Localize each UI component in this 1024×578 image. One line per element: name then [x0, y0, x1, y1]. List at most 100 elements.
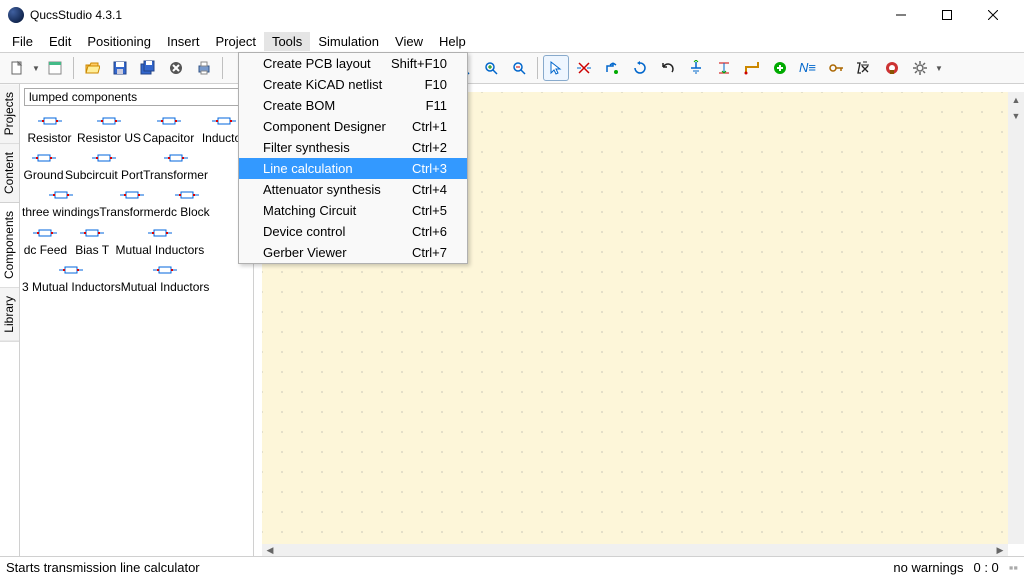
status-warnings: no warnings: [893, 560, 963, 575]
component-capacitor[interactable]: Capacitor: [141, 110, 196, 147]
component-three-windings[interactable]: three windings: [22, 184, 99, 221]
tools-menu-item[interactable]: Create PCB layout Shift+F10: [239, 53, 467, 74]
component-transformer[interactable]: Transformer: [99, 184, 164, 221]
menu-item-label: Create PCB layout: [263, 56, 371, 71]
new-file-button[interactable]: [4, 55, 30, 81]
component-bias-t[interactable]: Bias T: [69, 222, 116, 259]
app-logo-icon: [8, 7, 24, 23]
tools-menu-item[interactable]: Matching CircuitCtrl+5: [239, 200, 467, 221]
tools-menu-item[interactable]: Attenuator synthesisCtrl+4: [239, 179, 467, 200]
menu-item-shortcut: Ctrl+6: [412, 224, 447, 239]
component-ground[interactable]: Ground: [22, 147, 65, 184]
component-icon: [210, 112, 238, 130]
component-label: Transformer: [143, 169, 208, 182]
maximize-button[interactable]: [924, 0, 970, 30]
delete-wire-button[interactable]: [571, 55, 597, 81]
tools-menu-item[interactable]: Filter synthesisCtrl+2: [239, 137, 467, 158]
menu-item-label: Create KiCAD netlist: [263, 77, 382, 92]
tools-menu-item[interactable]: Create KiCAD netlist F10: [239, 74, 467, 95]
menu-bar: FileEditPositioningInsertProjectToolsSim…: [0, 30, 1024, 52]
component-resistor-us[interactable]: Resistor US: [77, 110, 141, 147]
menu-item-shortcut: Ctrl+3: [412, 161, 447, 176]
tools-menu-item[interactable]: Device control Ctrl+6: [239, 221, 467, 242]
side-tab-projects[interactable]: Projects: [0, 84, 19, 144]
component-label: dc Feed: [24, 244, 67, 257]
minimize-button[interactable]: [878, 0, 924, 30]
cursor-button[interactable]: [543, 55, 569, 81]
side-tab-content[interactable]: Content: [0, 144, 19, 203]
save-button[interactable]: [107, 55, 133, 81]
menu-project[interactable]: Project: [207, 32, 263, 51]
tools-menu-item[interactable]: Component DesignerCtrl+1: [239, 116, 467, 137]
menu-simulation[interactable]: Simulation: [310, 32, 387, 51]
menu-item-shortcut: Ctrl+2: [412, 140, 447, 155]
component-subcircuit-port[interactable]: Subcircuit Port: [65, 147, 143, 184]
component-mutual-inductors[interactable]: Mutual Inductors: [121, 259, 210, 296]
menu-item-label: Gerber Viewer: [263, 245, 347, 260]
component-resistor[interactable]: Resistor: [22, 110, 77, 147]
loop-button[interactable]: [627, 55, 653, 81]
component-category-select[interactable]: lumped components: [24, 88, 249, 106]
side-tabs: ProjectsContentComponentsLibrary: [0, 84, 20, 556]
component-icon: [162, 149, 190, 167]
delete-button[interactable]: [879, 55, 905, 81]
insert-port-button[interactable]: [711, 55, 737, 81]
menu-item-shortcut: F10: [425, 77, 447, 92]
component-icon: [36, 112, 64, 130]
settings-dropdown-icon[interactable]: ▼: [935, 64, 943, 73]
tools-menu-item[interactable]: Gerber ViewerCtrl+7: [239, 242, 467, 263]
component-label: Bias T: [75, 244, 109, 257]
side-tab-library[interactable]: Library: [0, 288, 19, 342]
menu-positioning[interactable]: Positioning: [79, 32, 159, 51]
component-icon: [90, 149, 118, 167]
add-equation-button[interactable]: [767, 55, 793, 81]
component-icon: [31, 224, 59, 242]
open-button[interactable]: [79, 55, 105, 81]
save-all-button[interactable]: [135, 55, 161, 81]
undo-button[interactable]: [655, 55, 681, 81]
status-text: Starts transmission line calculator: [6, 560, 200, 575]
menu-insert[interactable]: Insert: [159, 32, 208, 51]
menu-item-shortcut: F11: [426, 98, 447, 113]
zoom-out-button[interactable]: [506, 55, 532, 81]
settings-button[interactable]: [907, 55, 933, 81]
component-icon: [57, 261, 85, 279]
step-button[interactable]: [599, 55, 625, 81]
component-icon: [146, 224, 174, 242]
wire-button[interactable]: [739, 55, 765, 81]
vertical-scrollbar[interactable]: ▲▼: [1008, 92, 1024, 544]
component-label: Ground: [24, 169, 64, 182]
toolbar: ▼ 1 N≡ ▼: [0, 52, 1024, 84]
tools-menu-item[interactable]: Line calculationCtrl+3: [239, 158, 467, 179]
component-3-mutual-inductors[interactable]: 3 Mutual Inductors: [22, 259, 121, 296]
menu-view[interactable]: View: [387, 32, 431, 51]
menu-edit[interactable]: Edit: [41, 32, 79, 51]
component-mutual-inductors[interactable]: Mutual Inductors: [116, 222, 205, 259]
horizontal-scrollbar[interactable]: ◀▶: [262, 544, 1008, 556]
side-tab-components[interactable]: Components: [0, 203, 19, 288]
component-dc-block[interactable]: dc Block: [164, 184, 209, 221]
separator: [537, 57, 538, 79]
component-icon: [47, 186, 75, 204]
component-label: Mutual Inductors: [116, 244, 205, 257]
tools-menu-item[interactable]: Create BOMF11: [239, 95, 467, 116]
label-button[interactable]: N≡: [795, 55, 821, 81]
menu-tools[interactable]: Tools: [264, 32, 310, 51]
component-dc-feed[interactable]: dc Feed: [22, 222, 69, 259]
menu-item-shortcut: Shift+F10: [391, 56, 447, 71]
template-button[interactable]: [42, 55, 68, 81]
formula-button[interactable]: [851, 55, 877, 81]
insert-ground-button[interactable]: [683, 55, 709, 81]
component-label: 3 Mutual Inductors: [22, 281, 121, 294]
menu-help[interactable]: Help: [431, 32, 474, 51]
component-transformer[interactable]: Transformer: [143, 147, 208, 184]
key-button[interactable]: [823, 55, 849, 81]
menu-file[interactable]: File: [4, 32, 41, 51]
zoom-in-button[interactable]: [478, 55, 504, 81]
menu-item-label: Device control: [263, 224, 345, 239]
new-dropdown-icon[interactable]: ▼: [32, 64, 40, 73]
print-button[interactable]: [191, 55, 217, 81]
close-button[interactable]: [970, 0, 1016, 30]
close-doc-button[interactable]: [163, 55, 189, 81]
component-label: Resistor US: [77, 132, 141, 145]
